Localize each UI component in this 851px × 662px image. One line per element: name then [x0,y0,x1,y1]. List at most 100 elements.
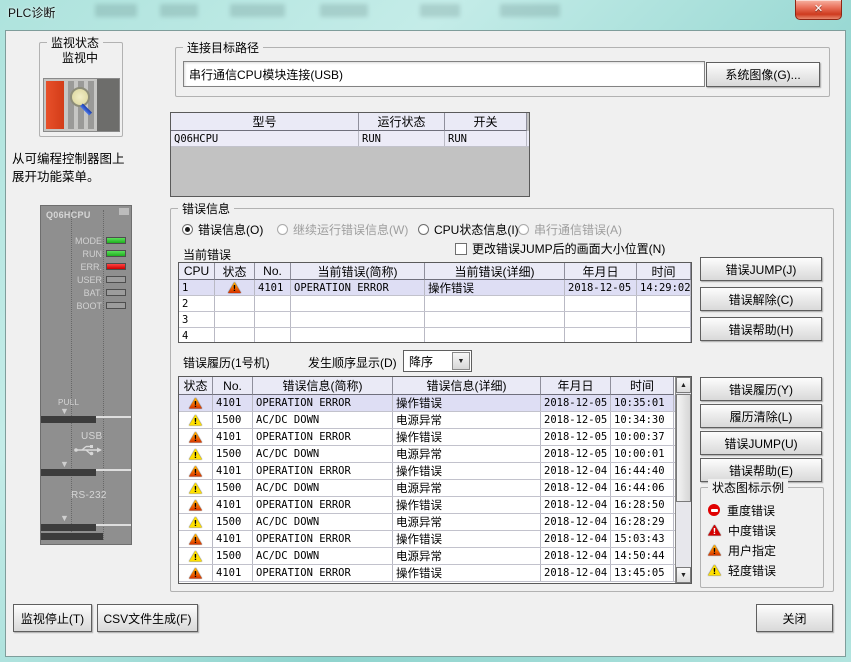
user-warning-icon [189,466,202,477]
table-row[interactable]: 2 [179,296,691,312]
current-errors-table[interactable]: CPU状态No.当前错误(简称)当前错误(详细)年月日时间14101OPERAT… [178,262,692,343]
table-cell [425,328,565,343]
column-header[interactable]: 年月日 [565,263,637,280]
table-cell: 3 [179,312,215,327]
table-cell [215,312,255,327]
system-image-button[interactable]: 系统图像(G)... [706,62,820,87]
legend-title: 状态图标示例 [708,479,788,496]
connection-path-field[interactable]: 串行通信CPU模块连接(USB) [183,61,705,87]
scroll-up-icon[interactable]: ▲ [676,377,691,393]
column-header[interactable]: 当前错误(详细) [425,263,565,280]
table-cell: 2018-12-04 [541,480,611,496]
column-header[interactable]: No. [213,377,253,395]
table-row[interactable]: 4101OPERATION ERROR操作错误2018-12-0416:44:4… [179,463,691,480]
table-row[interactable]: 1500AC/DC DOWN电源异常2018-12-0510:00:01 [179,446,691,463]
radio-label: 继续运行错误信息(W) [293,221,408,238]
table-cell: 10:35:01 [611,395,674,411]
column-header[interactable]: 状态 [215,263,255,280]
table-cell [179,412,213,428]
radio-2: 继续运行错误信息(W) [277,221,408,238]
table-row[interactable]: 4 [179,328,691,343]
column-header[interactable]: CPU [179,263,215,280]
column-header[interactable]: 状态 [179,377,213,395]
user-warning-icon [189,398,202,409]
table-cell: 操作错误 [425,280,565,295]
history-order-dropdown[interactable]: 降序 ▼ [403,350,472,372]
table-cell: OPERATION ERROR [253,429,393,445]
table-row[interactable]: 1500AC/DC DOWN电源异常2018-12-0414:50:44 [179,548,691,565]
table-cell: 2018-12-05 [541,412,611,428]
history-scrollbar[interactable]: ▲ ▼ [675,377,691,583]
led-row: BOOT [46,299,126,312]
table-row[interactable]: 1500AC/DC DOWN电源异常2018-12-0416:44:06 [179,480,691,497]
led-boot-indicator [106,302,126,309]
table-row[interactable]: 14101OPERATION ERROR操作错误2018-12-0514:29:… [179,280,691,296]
table-row[interactable]: 4101OPERATION ERROR操作错误2018-12-0415:03:4… [179,531,691,548]
table-row[interactable]: 1500AC/DC DOWN电源异常2018-12-0416:28:29 [179,514,691,531]
table-cell: 电源异常 [393,514,541,530]
table-cell: 电源异常 [393,412,541,428]
user-warning-icon [189,534,202,545]
table-cell [425,296,565,311]
resize-jump-checkbox[interactable]: 更改错误JUMP后的画面大小位置(N) [455,240,665,257]
table-cell: OPERATION ERROR [253,531,393,547]
model-table[interactable]: 型号运行状态开关Q06HCPURUNRUN [170,112,530,197]
table-cell: 2018-12-05 [541,446,611,462]
column-header[interactable]: No. [255,263,291,280]
error-clear-button[interactable]: 错误解除(C) [700,287,822,311]
table-cell [291,328,425,343]
radio-label: 错误信息(O) [198,221,263,238]
checkbox-label: 更改错误JUMP后的画面大小位置(N) [472,240,665,257]
column-header[interactable]: 错误信息(简称) [253,377,393,395]
error-jump-button[interactable]: 错误JUMP(J) [700,257,822,281]
column-header[interactable]: 错误信息(详细) [393,377,541,395]
column-header[interactable]: 时间 [611,377,674,395]
table-row[interactable]: 4101OPERATION ERROR操作错误2018-12-0413:45:0… [179,565,691,582]
dropdown-arrow-icon[interactable]: ▼ [452,352,470,370]
blurred-background-shape [320,4,368,17]
table-cell [255,296,291,311]
dialog-close-button[interactable]: 关闭 [756,604,833,632]
history-clear-button[interactable]: 履历清除(L) [700,404,822,428]
table-cell: 4101 [213,429,253,445]
table-cell [425,312,565,327]
table-row[interactable]: Q06HCPURUNRUN [171,131,529,147]
table-row[interactable]: 4101OPERATION ERROR操作错误2018-12-0416:28:5… [179,497,691,514]
column-header[interactable]: 时间 [637,263,691,280]
connection-path-value: 串行通信CPU模块连接(USB) [189,66,343,83]
table-cell: OPERATION ERROR [253,395,393,411]
minor-warning-icon [189,483,202,494]
history-error-jump-button[interactable]: 错误JUMP(U) [700,431,822,455]
error-history-table[interactable]: ▲ ▼ 状态No.错误信息(简称)错误信息(详细)年月日时间4101OPERAT… [178,376,692,584]
table-cell [215,296,255,311]
plc-module-graphic[interactable]: Q06HCPU MODERUNERR.USERBAT.BOOT PULL ▼ U… [40,205,132,545]
table-row[interactable]: 1500AC/DC DOWN电源异常2018-12-0510:34:30 [179,412,691,429]
table-cell [637,312,691,327]
radio-1[interactable]: 错误信息(O) [182,221,263,238]
table-cell: 16:44:06 [611,480,674,496]
monitor-stop-button[interactable]: 监视停止(T) [13,604,92,632]
table-cell [637,328,691,343]
blurred-background-shape [95,4,137,17]
table-cell: 4 [179,328,215,343]
table-cell [291,312,425,327]
column-header[interactable]: 当前错误(简称) [291,263,425,280]
column-header[interactable]: 年月日 [541,377,611,395]
table-row[interactable]: 4101OPERATION ERROR操作错误2018-12-0510:35:0… [179,395,691,412]
radio-3[interactable]: CPU状态信息(I) [418,221,519,238]
table-row[interactable]: 4101OPERATION ERROR操作错误2018-12-0510:00:3… [179,429,691,446]
led-block: MODERUNERR.USERBAT.BOOT [46,234,126,312]
error-history-button[interactable]: 错误履历(Y) [700,377,822,401]
table-cell [179,463,213,479]
connection-path-group-title: 连接目标路径 [183,39,263,56]
minor-error-icon [708,565,721,576]
error-help-button[interactable]: 错误帮助(H) [700,317,822,341]
csv-generate-button[interactable]: CSV文件生成(F) [97,604,198,632]
table-cell [215,328,255,343]
table-row[interactable]: 3 [179,312,691,328]
monitor-status-thumbnail[interactable] [43,78,120,132]
close-button[interactable]: ✕ [795,0,842,20]
table-cell [179,565,213,581]
scroll-down-icon[interactable]: ▼ [676,567,691,583]
scrollbar-thumb[interactable] [676,394,691,502]
